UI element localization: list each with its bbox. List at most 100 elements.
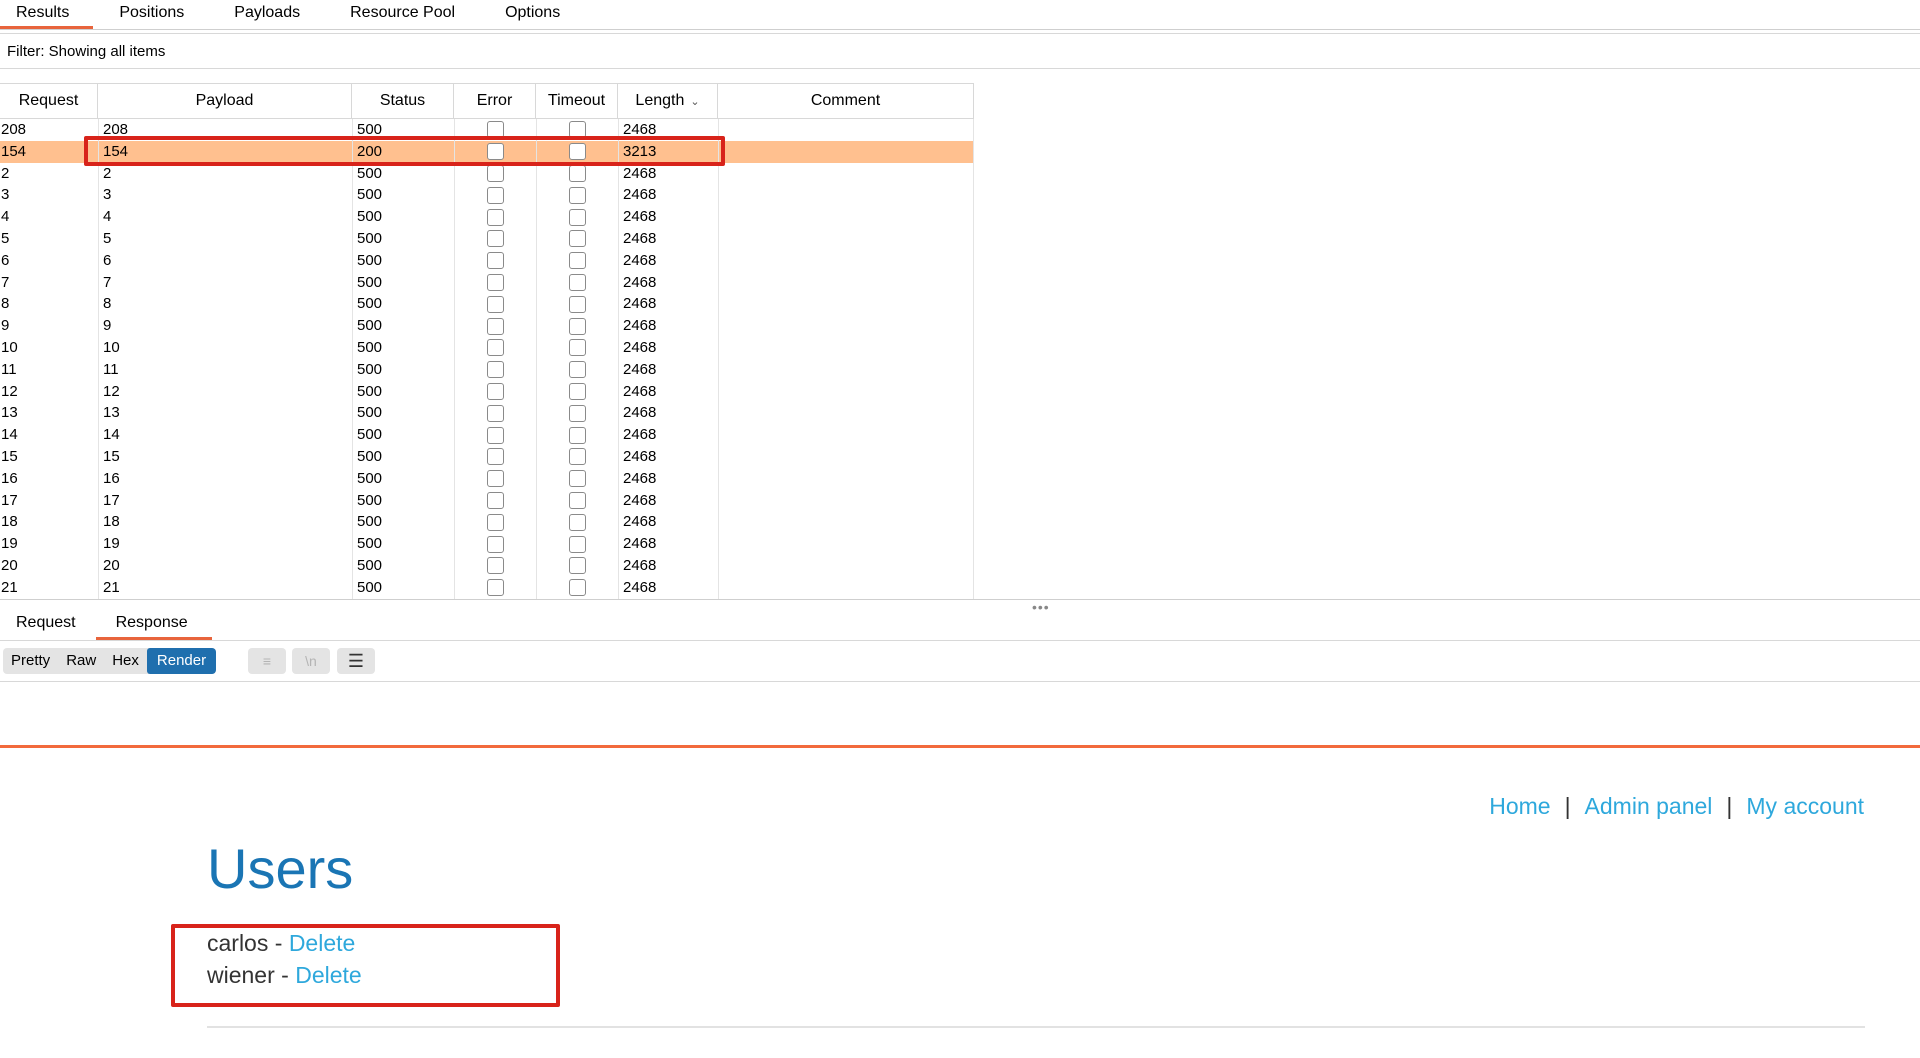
cell-status: 500 [352, 467, 454, 490]
highlight-box-users [171, 924, 560, 1007]
site-nav: Home | Admin panel | My account [1489, 793, 1864, 820]
view-toolbar: Pretty Raw Hex Render ≡ \n ☰ [0, 640, 1920, 682]
wrap-lines-icon[interactable]: ≡ [248, 648, 286, 674]
table-row[interactable]: 7 7 500 2468 [0, 271, 974, 294]
cell-status: 500 [352, 380, 454, 403]
tab-positions[interactable]: Positions [103, 0, 208, 25]
table-row[interactable]: 8 8 500 2468 [0, 293, 974, 316]
nav-admin-panel-link[interactable]: Admin panel [1585, 793, 1713, 819]
cell-error [454, 489, 536, 512]
cell-error [454, 227, 536, 250]
cell-request: 14 [1, 426, 18, 444]
error-checkbox [487, 317, 504, 335]
table-row[interactable]: 10 10 500 2468 [0, 336, 974, 359]
table-row[interactable]: 14 14 500 2468 [0, 424, 974, 446]
table-row[interactable]: 17 17 500 2468 [0, 489, 974, 512]
timeout-checkbox [569, 208, 586, 226]
column-header-payload[interactable]: Payload [98, 84, 352, 118]
table-row[interactable]: 21 21 500 2468 [0, 576, 974, 599]
tab-response[interactable]: Response [95, 608, 212, 640]
cell-comment [718, 402, 974, 425]
menu-icon[interactable]: ☰ [337, 648, 375, 674]
cell-length: 2468 [618, 184, 718, 207]
nav-home-link[interactable]: Home [1489, 793, 1550, 819]
cell-comment [718, 554, 974, 577]
cell-error [454, 293, 536, 316]
timeout-checkbox [569, 448, 586, 466]
timeout-checkbox [569, 513, 586, 531]
cell-payload: 5 [98, 227, 352, 250]
cell-error [454, 315, 536, 337]
cell-length: 2468 [618, 445, 718, 468]
table-row[interactable]: 20 20 500 2468 [0, 554, 974, 577]
table-row[interactable]: 3 3 500 2468 [0, 184, 974, 207]
table-row[interactable]: 5 5 500 2468 [0, 227, 974, 250]
cell-timeout [536, 489, 618, 512]
newline-icon[interactable]: \n [292, 648, 330, 674]
column-header-status[interactable]: Status [352, 84, 454, 118]
cell-timeout [536, 554, 618, 577]
cell-length: 2468 [618, 358, 718, 381]
table-row[interactable]: 4 4 500 2468 [0, 206, 974, 228]
table-row[interactable]: 15 15 500 2468 [0, 445, 974, 468]
filter-bar[interactable]: Filter: Showing all items [0, 33, 1920, 69]
timeout-checkbox [569, 426, 586, 444]
nav-separator: | [1726, 793, 1733, 819]
table-row[interactable]: 6 6 500 2468 [0, 249, 974, 272]
error-checkbox [487, 361, 504, 379]
cell-comment [718, 576, 974, 599]
view-hex-button[interactable]: Hex [104, 648, 147, 674]
error-checkbox [487, 579, 504, 597]
error-checkbox [487, 230, 504, 248]
cell-length: 2468 [618, 467, 718, 490]
cell-payload: 17 [98, 489, 352, 512]
column-header-comment[interactable]: Comment [718, 84, 974, 118]
tab-options[interactable]: Options [489, 0, 584, 25]
view-raw-button[interactable]: Raw [58, 648, 104, 674]
cell-timeout [536, 271, 618, 294]
table-row[interactable]: 18 18 500 2468 [0, 511, 974, 534]
column-header-timeout[interactable]: Timeout [536, 84, 618, 118]
column-header-error[interactable]: Error [454, 84, 536, 118]
tab-payloads[interactable]: Payloads [218, 0, 324, 25]
view-pretty-button[interactable]: Pretty [3, 648, 58, 674]
column-header-length[interactable]: Length ⌄ [618, 84, 718, 118]
table-row[interactable]: 9 9 500 2468 [0, 315, 974, 337]
cell-request: 6 [1, 251, 10, 269]
cell-length: 2468 [618, 424, 718, 446]
tab-resource-pool[interactable]: Resource Pool [334, 0, 479, 25]
cell-error [454, 533, 536, 555]
table-row[interactable]: 19 19 500 2468 [0, 533, 974, 555]
cell-payload: 21 [98, 576, 352, 599]
table-row[interactable]: 12 12 500 2468 [0, 380, 974, 403]
view-render-button[interactable]: Render [146, 648, 217, 674]
table-header: Request Payload Status Error Timeout Len… [0, 83, 974, 119]
cell-payload: 19 [98, 533, 352, 555]
cell-length: 2468 [618, 533, 718, 555]
column-header-request[interactable]: Request [0, 84, 98, 118]
cell-length: 2468 [618, 227, 718, 250]
cell-timeout [536, 315, 618, 337]
cell-comment [718, 249, 974, 272]
cell-comment [718, 336, 974, 359]
cell-status: 500 [352, 358, 454, 381]
cell-request: 12 [1, 382, 18, 400]
cell-error [454, 249, 536, 272]
message-tabs: Request Response [0, 608, 1920, 641]
error-checkbox [487, 208, 504, 226]
tab-results[interactable]: Results [0, 0, 94, 29]
table-row[interactable]: 13 13 500 2468 [0, 402, 974, 425]
timeout-checkbox [569, 382, 586, 400]
tab-request[interactable]: Request [0, 608, 96, 640]
cell-status: 500 [352, 249, 454, 272]
cell-timeout [536, 249, 618, 272]
table-row[interactable]: 16 16 500 2468 [0, 467, 974, 490]
cell-request: 11 [1, 360, 17, 378]
cell-comment [718, 424, 974, 446]
timeout-checkbox [569, 252, 586, 270]
cell-request: 9 [1, 317, 10, 335]
cell-status: 500 [352, 336, 454, 359]
cell-payload: 7 [98, 271, 352, 294]
table-row[interactable]: 11 11 500 2468 [0, 358, 974, 381]
nav-my-account-link[interactable]: My account [1746, 793, 1864, 819]
